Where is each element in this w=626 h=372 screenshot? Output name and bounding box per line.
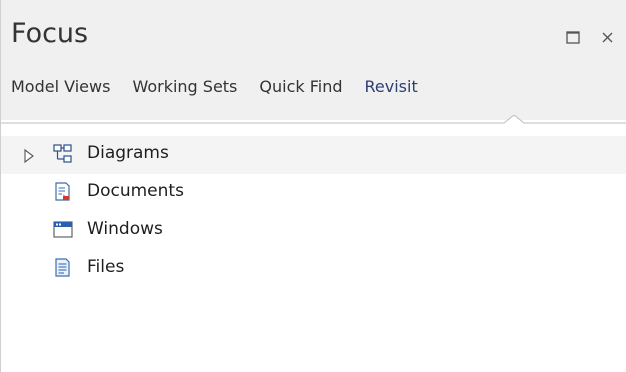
maximize-button[interactable] bbox=[564, 28, 584, 48]
tab-indicator-line bbox=[1, 115, 626, 125]
focus-panel: Focus Model Views Working Sets Quick Fin… bbox=[0, 0, 626, 372]
close-icon bbox=[602, 32, 613, 43]
file-icon bbox=[55, 258, 70, 277]
tab-quick-find[interactable]: Quick Find bbox=[259, 74, 342, 104]
document-icon bbox=[55, 182, 70, 201]
window-icon bbox=[53, 221, 73, 238]
revisit-tree: Diagrams Documents Windows Files bbox=[1, 136, 626, 288]
tree-item-diagrams[interactable]: Diagrams bbox=[1, 136, 626, 174]
tab-revisit[interactable]: Revisit bbox=[365, 74, 418, 104]
tree-item-files[interactable]: Files bbox=[1, 250, 626, 288]
expand-arrow-icon[interactable] bbox=[23, 149, 35, 163]
tab-working-sets[interactable]: Working Sets bbox=[132, 74, 237, 104]
tree-item-label: Files bbox=[87, 257, 125, 277]
maximize-icon bbox=[566, 31, 580, 44]
diagram-icon bbox=[53, 144, 72, 163]
tab-model-views[interactable]: Model Views bbox=[11, 74, 110, 104]
panel-header: Focus Model Views Working Sets Quick Fin… bbox=[1, 0, 626, 120]
tree-item-label: Diagrams bbox=[87, 143, 169, 163]
close-button[interactable] bbox=[599, 28, 619, 48]
tree-item-label: Documents bbox=[87, 181, 184, 201]
tree-item-documents[interactable]: Documents bbox=[1, 174, 626, 212]
tree-item-label: Windows bbox=[87, 219, 163, 239]
panel-title: Focus bbox=[11, 18, 89, 49]
tab-bar: Model Views Working Sets Quick Find Revi… bbox=[11, 74, 440, 104]
tree-item-windows[interactable]: Windows bbox=[1, 212, 626, 250]
